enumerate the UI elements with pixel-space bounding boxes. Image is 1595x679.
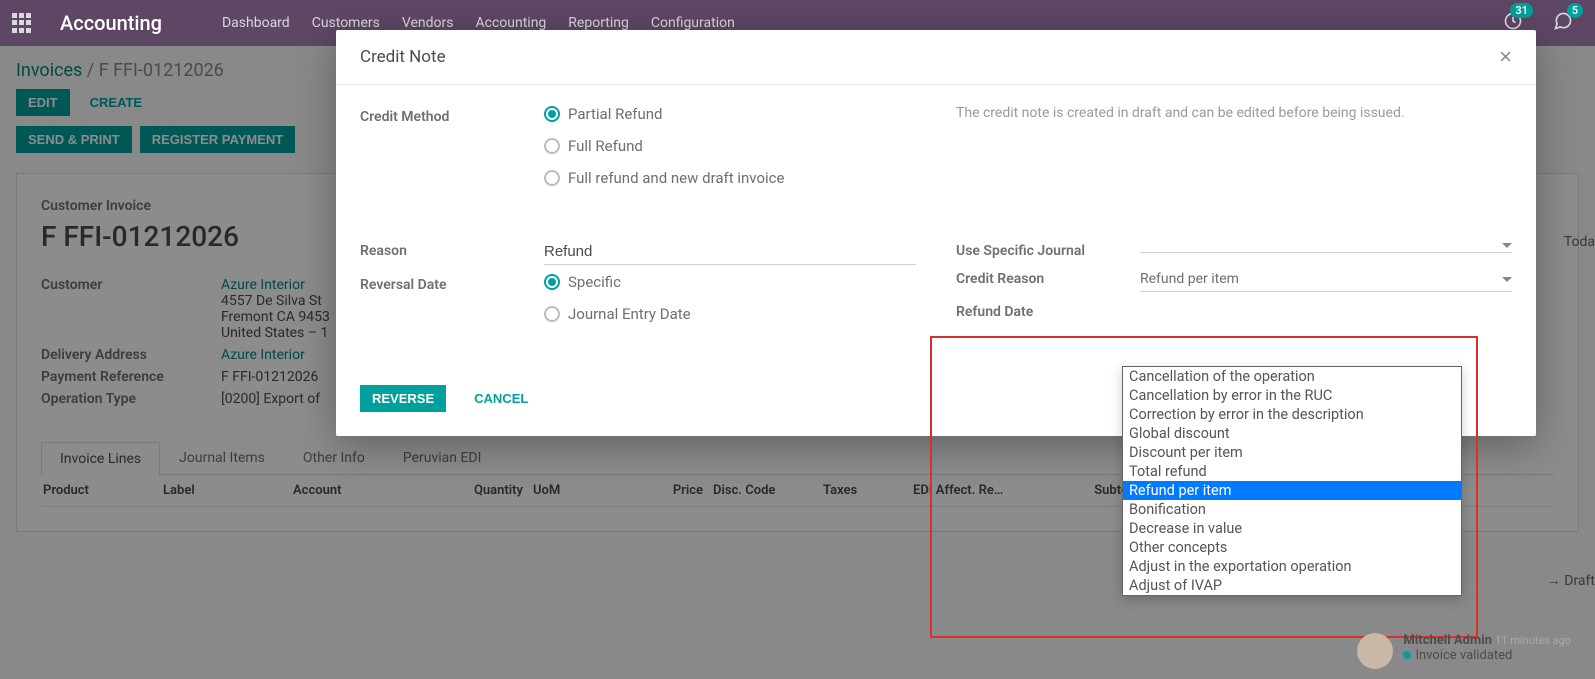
credit-reason-option[interactable]: Cancellation of the operation [1123,367,1461,386]
reverse-button[interactable]: Reverse [360,385,446,412]
credit-reason-option[interactable]: Adjust in the exportation operation [1123,557,1461,576]
reason-input[interactable] [544,239,916,265]
radio-icon [544,170,560,186]
credit-reason-dropdown: Cancellation of the operation Cancellati… [1122,366,1462,596]
cancel-button[interactable]: Cancel [462,385,540,412]
clock-badge: 31 [1510,3,1533,18]
chat-badge: 5 [1567,3,1583,18]
radio-icon [544,106,560,122]
reason-label: Reason [360,239,544,259]
chatter-author[interactable]: Mitchell Admin [1403,633,1491,648]
radio-full-refund-draft[interactable]: Full refund and new draft invoice [544,169,916,187]
credit-reason-option[interactable]: Discount per item [1123,443,1461,462]
radio-journal-entry-date[interactable]: Journal Entry Date [544,305,916,323]
chatter-message: Mitchell Admin 11 minutes ago Invoice va… [1357,633,1571,669]
radio-partial-refund[interactable]: Partial Refund [544,105,916,123]
use-journal-label: Use Specific Journal [956,239,1140,259]
apps-grid-icon[interactable] [12,13,32,33]
caret-down-icon [1502,277,1512,282]
menu-vendors[interactable]: Vendors [402,15,454,31]
credit-reason-select[interactable]: Refund per item [1140,267,1512,292]
modal-close-button[interactable]: × [1499,46,1512,68]
menu-customers[interactable]: Customers [312,15,380,31]
credit-method-label: Credit Method [360,105,544,125]
chatter-status: Invoice validated [1415,648,1512,663]
credit-reason-label: Credit Reason [956,267,1140,287]
credit-reason-option[interactable]: Other concepts [1123,538,1461,557]
modal-title: Credit Note [360,47,446,67]
radio-icon [544,274,560,290]
use-journal-select[interactable] [1140,239,1512,253]
credit-reason-option[interactable]: Correction by error in the description [1123,405,1461,424]
menu-accounting[interactable]: Accounting [475,15,546,31]
radio-full-refund[interactable]: Full Refund [544,137,916,155]
reversal-date-label: Reversal Date [360,273,544,293]
credit-reason-option-selected[interactable]: Refund per item [1123,481,1461,500]
credit-reason-option[interactable]: Adjust of IVAP [1123,576,1461,595]
menu-dashboard[interactable]: Dashboard [222,15,290,31]
radio-specific-date[interactable]: Specific [544,273,916,291]
caret-down-icon [1502,243,1512,248]
refund-date-label: Refund Date [956,300,1140,320]
chatter-time: 11 minutes ago [1495,634,1571,647]
credit-reason-option[interactable]: Decrease in value [1123,519,1461,538]
credit-reason-option[interactable]: Cancellation by error in the RUC [1123,386,1461,405]
chat-indicator[interactable]: 5 [1553,11,1573,35]
menu-reporting[interactable]: Reporting [568,15,629,31]
status-dot-icon [1403,651,1411,659]
credit-reason-option[interactable]: Bonification [1123,500,1461,519]
credit-note-hint: The credit note is created in draft and … [956,105,1512,121]
avatar[interactable] [1357,633,1393,669]
credit-reason-option[interactable]: Total refund [1123,462,1461,481]
radio-icon [544,138,560,154]
main-menu: Dashboard Customers Vendors Accounting R… [222,15,735,31]
radio-icon [544,306,560,322]
app-brand[interactable]: Accounting [60,11,162,35]
credit-reason-option[interactable]: Global discount [1123,424,1461,443]
menu-configuration[interactable]: Configuration [651,15,735,31]
